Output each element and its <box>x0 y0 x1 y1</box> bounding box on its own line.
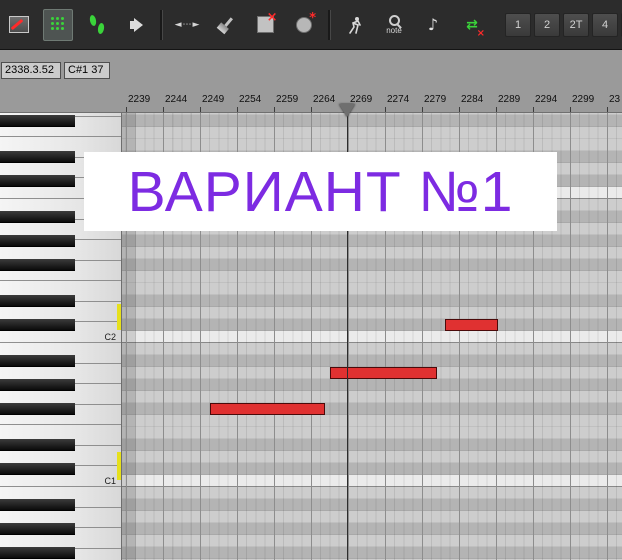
color-events-button[interactable]: * <box>289 9 319 41</box>
ruler-tick <box>237 107 238 112</box>
speaker-icon <box>129 17 143 32</box>
black-key[interactable] <box>0 379 75 391</box>
timeline-ruler[interactable]: 2239 2244 2249 2254 2259 2264 2269 2274 2279 2284… <box>0 90 622 113</box>
marquee-arrows-icon: ◄ ⋯ ► <box>174 19 200 30</box>
note-properties-button[interactable]: ♪ <box>418 9 448 41</box>
dot-grid-mode-button[interactable] <box>43 8 73 41</box>
draw-edit-tool-button[interactable] <box>4 9 34 41</box>
cleanup-events-button[interactable] <box>211 9 241 41</box>
black-key[interactable] <box>0 523 75 535</box>
ruler-tick <box>385 107 386 112</box>
document-icon: × <box>256 10 278 33</box>
position-readout[interactable]: 2338.3.52 <box>1 62 61 79</box>
ruler-measure-label: 2249 <box>202 94 225 105</box>
toolbar-separator <box>160 9 163 40</box>
ruler-tick <box>422 107 423 112</box>
black-key[interactable] <box>0 295 75 307</box>
black-key[interactable] <box>0 403 75 415</box>
run-action-button[interactable] <box>340 9 370 41</box>
running-man-icon <box>349 16 361 34</box>
key-activity-mark <box>117 304 121 330</box>
palette-icon: * <box>296 11 316 33</box>
black-key[interactable] <box>0 115 75 127</box>
follow-playback-button[interactable] <box>82 9 112 41</box>
variant-banner: ВАРИАНТ №1 <box>84 152 557 231</box>
midi-note[interactable] <box>210 403 325 415</box>
toolbar: ◄ ⋯ ► × * note ♪ ⇄ × 1 2 2T 4 <box>0 0 622 50</box>
edit-cursor-handle[interactable] <box>339 104 355 117</box>
ruler-measure-label: 2299 <box>572 94 595 105</box>
grid-division-2t-button[interactable]: 2T <box>563 12 589 37</box>
ruler-tick <box>200 107 201 112</box>
ruler-tick <box>274 107 275 112</box>
black-key[interactable] <box>0 499 75 511</box>
ruler-measure-label: 2244 <box>165 94 188 105</box>
black-key[interactable] <box>0 355 75 367</box>
magnifier-icon <box>388 14 402 29</box>
ruler-tick <box>496 107 497 112</box>
midi-note[interactable] <box>445 319 498 331</box>
black-key[interactable] <box>0 319 75 331</box>
ruler-tick <box>607 107 608 112</box>
ruler-tick <box>570 107 571 112</box>
black-key[interactable] <box>0 439 75 451</box>
ruler-tick <box>311 107 312 112</box>
zoom-to-note-button[interactable]: note <box>379 9 409 41</box>
ruler-measure-label: 2254 <box>239 94 262 105</box>
black-key[interactable] <box>0 211 75 223</box>
broom-icon <box>216 15 236 35</box>
preview-notes-button[interactable] <box>121 9 151 41</box>
ruler-tick <box>126 107 127 112</box>
black-key[interactable] <box>0 463 75 475</box>
sync-edit-button[interactable]: ⇄ × <box>457 9 487 41</box>
key-octave-label: C2 <box>104 332 116 342</box>
grid-division-buttons: 1 2 2T 4 4T 8 <box>505 12 622 37</box>
ruler-measure-label: 2274 <box>387 94 410 105</box>
marquee-select-button[interactable]: ◄ ⋯ ► <box>172 9 202 41</box>
midi-editor-window: ◄ ⋯ ► × * note ♪ ⇄ × 1 2 2T 4 2338.3.52 … <box>0 0 622 560</box>
small-red-x-icon: × <box>476 27 485 39</box>
eighth-note-icon: ♪ <box>427 14 439 34</box>
grid-division-2-button[interactable]: 2 <box>534 12 560 37</box>
black-key[interactable] <box>0 151 75 163</box>
status-bar: 2338.3.52 C#1 37 <box>0 50 622 90</box>
ruler-tick <box>163 107 164 112</box>
black-key[interactable] <box>0 175 75 187</box>
note-velocity-readout[interactable]: C#1 37 <box>64 62 110 79</box>
ruler-measure-label: 2284 <box>461 94 484 105</box>
footprints-icon <box>88 13 106 35</box>
banner-text: ВАРИАНТ №1 <box>127 159 514 224</box>
key-activity-mark <box>117 452 121 480</box>
ruler-measure-label: 2264 <box>313 94 336 105</box>
grid-division-1-button[interactable]: 1 <box>505 12 531 37</box>
ruler-measure-label: 2279 <box>424 94 447 105</box>
grid-division-4-button[interactable]: 4 <box>592 12 618 37</box>
toolbar-separator <box>328 9 331 40</box>
black-key[interactable] <box>0 259 75 271</box>
ruler-measure-label: 2289 <box>498 94 521 105</box>
black-key[interactable] <box>0 235 75 247</box>
ruler-measure-label: 2239 <box>128 94 151 105</box>
ruler-tick <box>533 107 534 112</box>
ruler-measure-label: 2294 <box>535 94 558 105</box>
dot-grid-icon <box>50 17 66 32</box>
red-burst-icon: * <box>309 10 316 26</box>
red-x-icon: × <box>266 10 278 25</box>
ruler-measure-label: 23 <box>609 94 621 105</box>
ruler-measure-label: 2259 <box>276 94 299 105</box>
black-key[interactable] <box>0 547 75 559</box>
erase-events-button[interactable]: × <box>250 9 280 41</box>
key-octave-label: C1 <box>104 476 116 486</box>
ruler-tick <box>459 107 460 112</box>
